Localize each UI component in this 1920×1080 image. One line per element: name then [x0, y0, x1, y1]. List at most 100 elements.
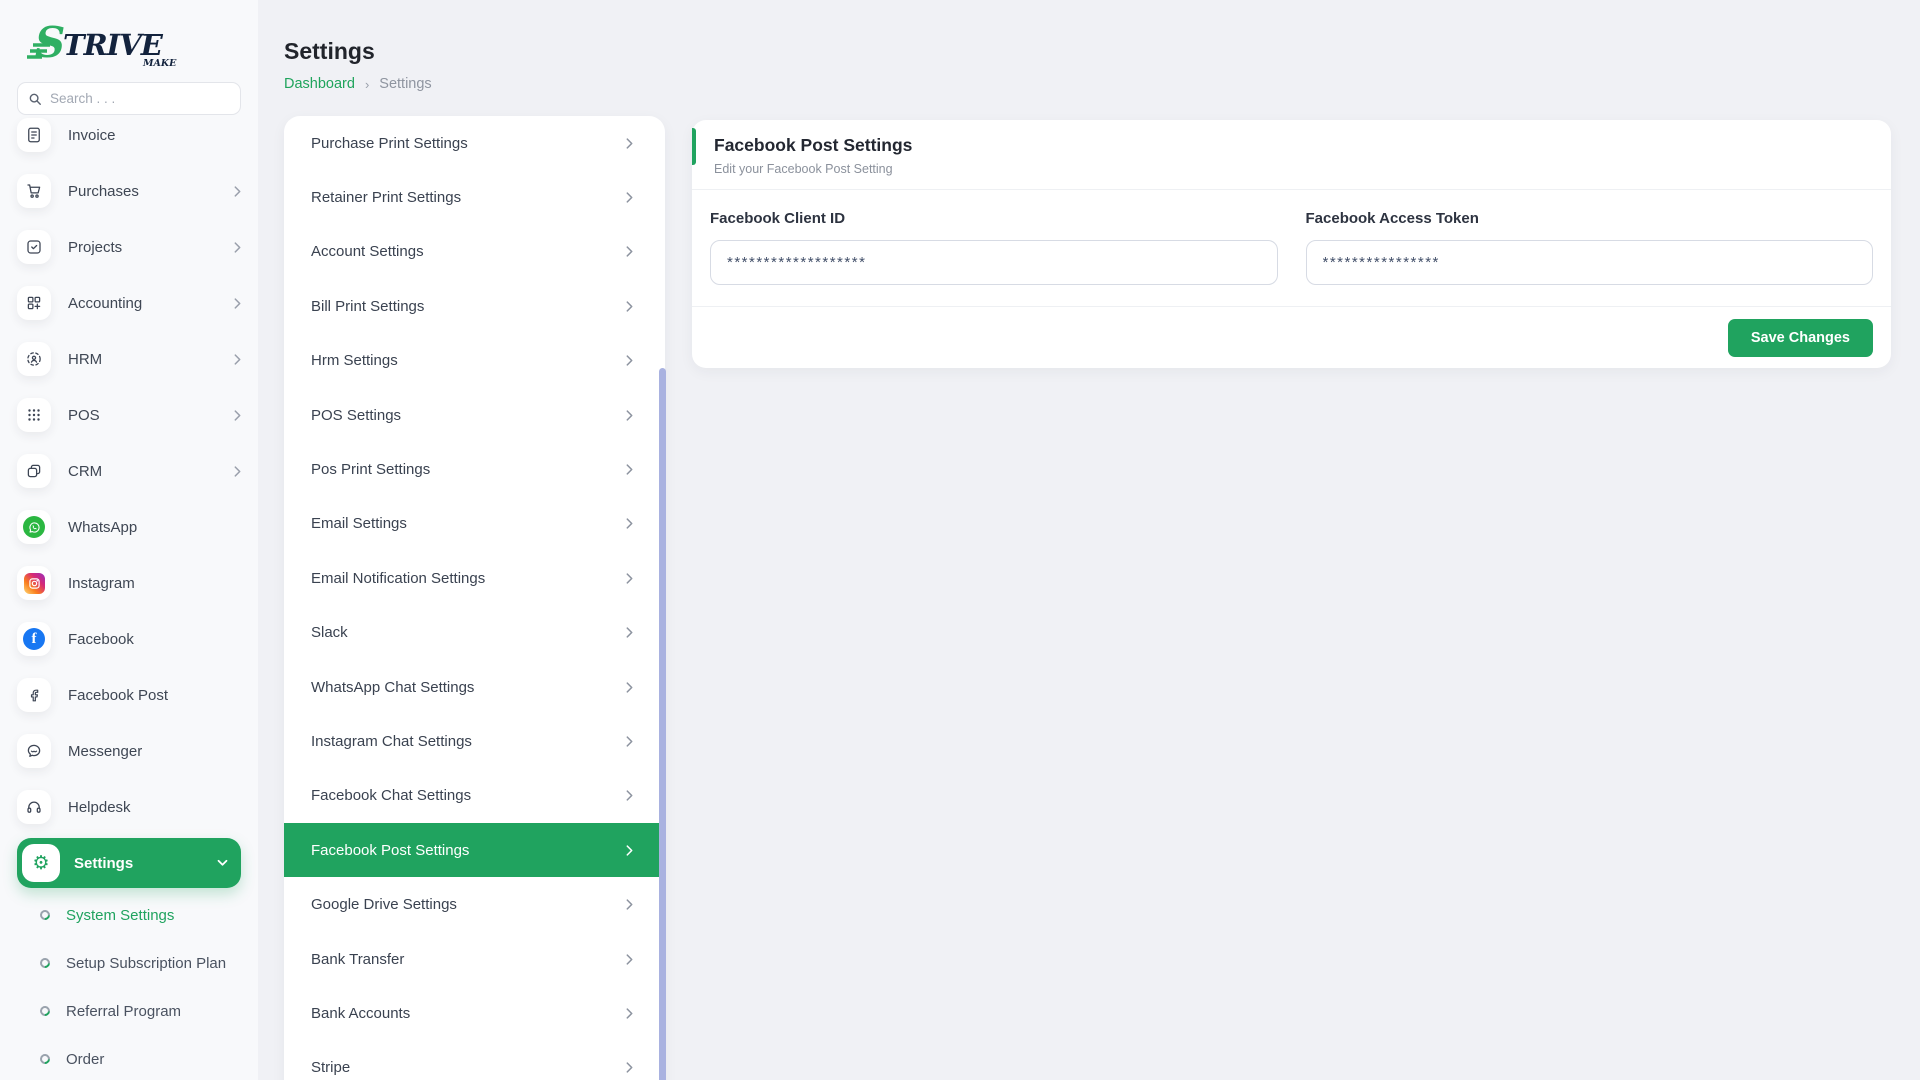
- breadcrumb-dashboard-link[interactable]: Dashboard: [284, 76, 355, 92]
- sidebar: S TRIVE MAKE Invoice Purchas: [0, 0, 258, 1080]
- chevron-right-icon: [626, 790, 633, 801]
- settings-menu-label: Facebook Post Settings: [311, 842, 469, 859]
- sidebar-item-messenger[interactable]: Messenger: [17, 734, 241, 768]
- chevron-right-icon: [626, 954, 633, 965]
- sidebar-item-accounting[interactable]: Accounting: [17, 286, 241, 320]
- facebook-icon: f: [17, 622, 51, 656]
- settings-menu-item-pos-print[interactable]: Pos Print Settings: [284, 442, 665, 496]
- settings-menu-item-email-notification[interactable]: Email Notification Settings: [284, 551, 665, 605]
- settings-menu-item-bill-print[interactable]: Bill Print Settings: [284, 279, 665, 333]
- settings-menu-label: Bank Accounts: [311, 1005, 410, 1022]
- page-header: Settings Dashboard › Settings: [284, 38, 432, 92]
- bullet-icon: [38, 1052, 52, 1066]
- sidebar-item-label: CRM: [68, 463, 217, 480]
- save-changes-button[interactable]: Save Changes: [1728, 319, 1873, 357]
- settings-menu-item-retainer-print[interactable]: Retainer Print Settings: [284, 170, 665, 224]
- sidebar-item-label: WhatsApp: [68, 519, 241, 536]
- settings-menu-item-facebook-chat[interactable]: Facebook Chat Settings: [284, 769, 665, 823]
- card-footer: Save Changes: [692, 306, 1891, 368]
- settings-menu-panel: Purchase Print Settings Retainer Print S…: [284, 116, 665, 1080]
- svg-text:S: S: [35, 19, 65, 67]
- gear-icon: ⚙: [22, 844, 60, 882]
- brand-logo: S TRIVE MAKE: [27, 14, 241, 76]
- sidebar-item-label: Projects: [68, 239, 217, 256]
- facebook-client-id-label: Facebook Client ID: [710, 210, 1278, 227]
- chevron-right-icon: [626, 355, 633, 366]
- settings-menu-label: Purchase Print Settings: [311, 135, 468, 152]
- sidebar-item-settings[interactable]: ⚙ Settings: [17, 838, 241, 888]
- settings-menu-label: Email Settings: [311, 515, 407, 532]
- accounting-icon: [17, 286, 51, 320]
- settings-menu-label: Hrm Settings: [311, 352, 398, 369]
- settings-menu-item-stripe[interactable]: Stripe: [284, 1041, 665, 1080]
- sidebar-item-crm[interactable]: CRM: [17, 454, 241, 488]
- settings-menu-item-google-drive[interactable]: Google Drive Settings: [284, 877, 665, 931]
- settings-menu-label: Google Drive Settings: [311, 896, 457, 913]
- crm-icon: [17, 454, 51, 488]
- settings-menu-item-bank-accounts[interactable]: Bank Accounts: [284, 986, 665, 1040]
- chevron-right-icon: [234, 466, 241, 477]
- sidebar-item-helpdesk[interactable]: Helpdesk: [17, 790, 241, 824]
- svg-text:MAKE: MAKE: [142, 58, 177, 69]
- sidebar-item-pos[interactable]: POS: [17, 398, 241, 432]
- chevron-right-icon: [626, 627, 633, 638]
- sidebar-item-whatsapp[interactable]: WhatsApp: [17, 510, 241, 544]
- sidebar-subitem-setup-subscription-plan[interactable]: Setup Subscription Plan: [17, 939, 241, 987]
- sidebar-item-label: Facebook: [68, 631, 241, 648]
- helpdesk-icon: [17, 790, 51, 824]
- messenger-icon: [17, 734, 51, 768]
- chevron-right-icon: [626, 138, 633, 149]
- settings-menu-item-purchase-print[interactable]: Purchase Print Settings: [284, 116, 665, 170]
- page-title: Settings: [284, 38, 432, 65]
- sidebar-subitem-referral-program[interactable]: Referral Program: [17, 987, 241, 1035]
- chevron-right-icon: [626, 899, 633, 910]
- chevron-right-icon: [626, 518, 633, 529]
- hrm-icon: [17, 342, 51, 376]
- svg-text:TRIVE: TRIVE: [63, 28, 164, 62]
- sidebar-subitem-system-settings[interactable]: System Settings: [17, 891, 241, 939]
- sidebar-item-label: Settings: [74, 855, 203, 872]
- strive-logo-icon: S TRIVE MAKE: [27, 19, 177, 71]
- card-body: Facebook Client ID Facebook Access Token: [692, 190, 1891, 285]
- card-subtitle: Edit your Facebook Post Setting: [714, 162, 1869, 176]
- settings-menu-item-hrm[interactable]: Hrm Settings: [284, 334, 665, 388]
- search-input[interactable]: [50, 91, 230, 106]
- settings-menu-item-bank-transfer[interactable]: Bank Transfer: [284, 932, 665, 986]
- settings-menu-label: Stripe: [311, 1059, 350, 1076]
- settings-menu-label: Bill Print Settings: [311, 298, 424, 315]
- breadcrumb-separator-icon: ›: [365, 77, 369, 92]
- sidebar-item-instagram[interactable]: Instagram: [17, 566, 241, 600]
- settings-menu-item-pos[interactable]: POS Settings: [284, 388, 665, 442]
- sidebar-subitem-order[interactable]: Order: [17, 1035, 241, 1080]
- sidebar-item-purchases[interactable]: Purchases: [17, 174, 241, 208]
- chevron-right-icon: [234, 298, 241, 309]
- settings-menu-item-facebook-post[interactable]: Facebook Post Settings: [284, 823, 665, 877]
- facebook-access-token-input[interactable]: [1306, 240, 1874, 285]
- settings-menu-item-instagram-chat[interactable]: Instagram Chat Settings: [284, 714, 665, 768]
- settings-menu-item-email[interactable]: Email Settings: [284, 497, 665, 551]
- sidebar-subitem-label: Order: [66, 1051, 104, 1068]
- card-accent-bar: [692, 128, 696, 165]
- sidebar-item-facebook[interactable]: f Facebook: [17, 622, 241, 656]
- sidebar-item-invoice[interactable]: Invoice: [17, 118, 241, 152]
- sidebar-item-label: Purchases: [68, 183, 217, 200]
- card-header: Facebook Post Settings Edit your Faceboo…: [692, 120, 1891, 190]
- sidebar-item-projects[interactable]: Projects: [17, 230, 241, 264]
- search-icon: [28, 92, 42, 106]
- sidebar-item-hrm[interactable]: HRM: [17, 342, 241, 376]
- search-box: [17, 82, 241, 115]
- sidebar-item-facebook-post[interactable]: Facebook Post: [17, 678, 241, 712]
- sidebar-item-label: Accounting: [68, 295, 217, 312]
- facebook-client-id-input[interactable]: [710, 240, 1278, 285]
- settings-menu-item-account[interactable]: Account Settings: [284, 225, 665, 279]
- settings-menu-scrollbar[interactable]: [659, 368, 666, 1080]
- settings-menu-label: POS Settings: [311, 407, 401, 424]
- settings-menu-item-slack[interactable]: Slack: [284, 606, 665, 660]
- chevron-right-icon: [626, 464, 633, 475]
- settings-menu-label: Facebook Chat Settings: [311, 787, 471, 804]
- facebook-client-id-field-group: Facebook Client ID: [710, 210, 1278, 285]
- chevron-down-icon: [217, 859, 228, 867]
- settings-menu-item-whatsapp-chat[interactable]: WhatsApp Chat Settings: [284, 660, 665, 714]
- sidebar-nav: Invoice Purchases Projects: [17, 118, 241, 1080]
- app-root: S TRIVE MAKE Invoice Purchas: [0, 0, 1920, 1080]
